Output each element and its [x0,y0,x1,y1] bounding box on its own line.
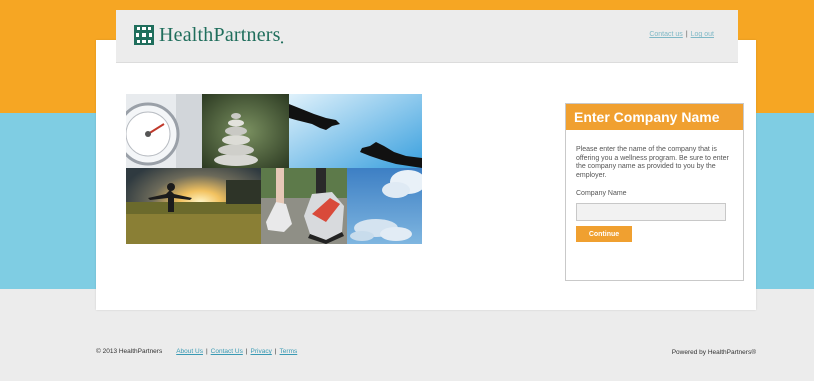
form-body: Please enter the name of the company tha… [566,130,743,242]
footer-left: © 2013 HealthPartners About Us | Contact Us… [96,348,297,355]
continue-button[interactable]: Continue [576,226,632,242]
header-contact-link[interactable]: Contact us [649,31,682,38]
reaching-hands-photo [289,94,422,168]
logo-trademark-mark: • [280,37,284,47]
powered-by-text: Powered by HealthPartners® [671,349,756,356]
footer-about-link[interactable]: About Us [176,348,203,355]
site-header: HealthPartners • Contact us | Log out [116,10,738,63]
blue-sky-photo [347,168,422,244]
header-links: Contact us | Log out [649,31,714,38]
footer-contact-link[interactable]: Contact Us [211,348,243,355]
healthpartners-logo[interactable]: HealthPartners • [134,23,283,47]
footer-separator: | [245,348,248,355]
stacked-stones-photo [202,94,289,168]
company-name-label: Company Name [576,190,627,197]
wellness-photo-collage [126,94,422,244]
sunset-field-photo [126,168,261,244]
running-shoes-photo [261,168,347,244]
header-link-separator: | [685,31,688,38]
footer-privacy-link[interactable]: Privacy [251,348,272,355]
header-logout-link[interactable]: Log out [691,31,714,38]
footer-copyright: © 2013 HealthPartners [96,348,163,355]
company-name-form: Enter Company Name Please enter the name… [565,103,744,281]
scale-photo [126,94,202,168]
company-name-input[interactable] [576,203,726,221]
healthpartners-logo-icon [134,25,154,45]
logo-text: HealthPartners [159,23,281,46]
footer-terms-link[interactable]: Terms [280,348,298,355]
form-instructions: Please enter the name of the company tha… [576,146,729,179]
footer-separator: | [205,348,208,355]
footer-separator: | [274,348,277,355]
form-title: Enter Company Name [566,104,743,130]
